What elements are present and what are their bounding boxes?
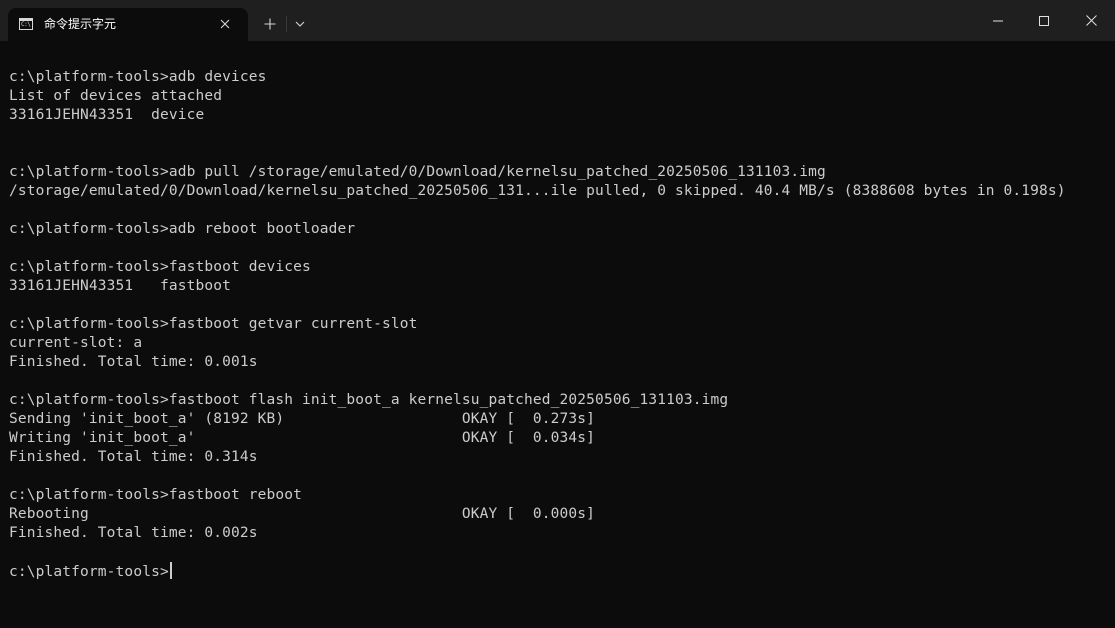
chevron-down-icon bbox=[295, 21, 305, 27]
text-cursor bbox=[169, 562, 172, 579]
terminal-line: Finished. Total time: 0.002s bbox=[9, 525, 258, 541]
terminal-line: c:\platform-tools>adb pull /storage/emul… bbox=[9, 164, 826, 180]
tab-close-button[interactable] bbox=[216, 15, 234, 33]
terminal-line: Finished. Total time: 0.001s bbox=[9, 354, 258, 370]
maximize-button[interactable] bbox=[1021, 0, 1067, 41]
terminal-line: /storage/emulated/0/Download/kernelsu_pa… bbox=[9, 183, 1066, 199]
terminal-line: c:\platform-tools>adb devices bbox=[9, 69, 267, 85]
tab-command-prompt[interactable]: C:\ 命令提示字元 bbox=[8, 8, 248, 41]
terminal-line: 33161JEHN43351 fastboot bbox=[9, 278, 231, 294]
terminal-line: 33161JEHN43351 device bbox=[9, 107, 205, 123]
title-bar[interactable]: C:\ 命令提示字元 bbox=[0, 0, 1115, 41]
terminal-line: c:\platform-tools>fastboot reboot bbox=[9, 487, 303, 503]
plus-icon bbox=[264, 18, 276, 30]
profile-dropdown-button[interactable] bbox=[290, 13, 310, 35]
prompt-line[interactable]: c:\platform-tools> bbox=[9, 562, 1109, 581]
tab-title: 命令提示字元 bbox=[44, 17, 117, 31]
terminal-line: c:\platform-tools>fastboot devices bbox=[9, 259, 311, 275]
terminal-line: Rebooting OKAY [ 0.000s] bbox=[9, 506, 596, 522]
prompt-text: c:\platform-tools> bbox=[9, 564, 169, 580]
tab-divider bbox=[286, 16, 287, 32]
terminal-line: current-slot: a bbox=[9, 335, 143, 351]
cmd-icon-text: C:\ bbox=[21, 21, 31, 28]
terminal-line: Writing 'init_boot_a' OKAY [ 0.034s] bbox=[9, 430, 596, 446]
close-icon bbox=[220, 19, 230, 29]
terminal-line: Sending 'init_boot_a' (8192 KB) OKAY [ 0… bbox=[9, 411, 596, 427]
maximize-icon bbox=[1039, 15, 1049, 26]
cmd-icon: C:\ bbox=[19, 18, 33, 30]
minimize-button[interactable] bbox=[975, 0, 1021, 41]
close-window-button[interactable] bbox=[1067, 0, 1115, 41]
minimize-icon bbox=[993, 20, 1003, 21]
terminal-line: List of devices attached bbox=[9, 88, 223, 104]
terminal-line: c:\platform-tools>fastboot flash init_bo… bbox=[9, 392, 729, 408]
terminal-output[interactable]: c:\platform-tools>adb devices List of de… bbox=[9, 68, 1109, 618]
new-tab-button[interactable] bbox=[259, 13, 281, 35]
terminal-window: C:\ 命令提示字元 c:\platform-tools>adb devices… bbox=[0, 0, 1115, 628]
close-icon bbox=[1085, 15, 1097, 26]
terminal-line: c:\platform-tools>fastboot getvar curren… bbox=[9, 316, 418, 332]
terminal-line: c:\platform-tools>adb reboot bootloader bbox=[9, 221, 356, 237]
terminal-line: Finished. Total time: 0.314s bbox=[9, 449, 258, 465]
